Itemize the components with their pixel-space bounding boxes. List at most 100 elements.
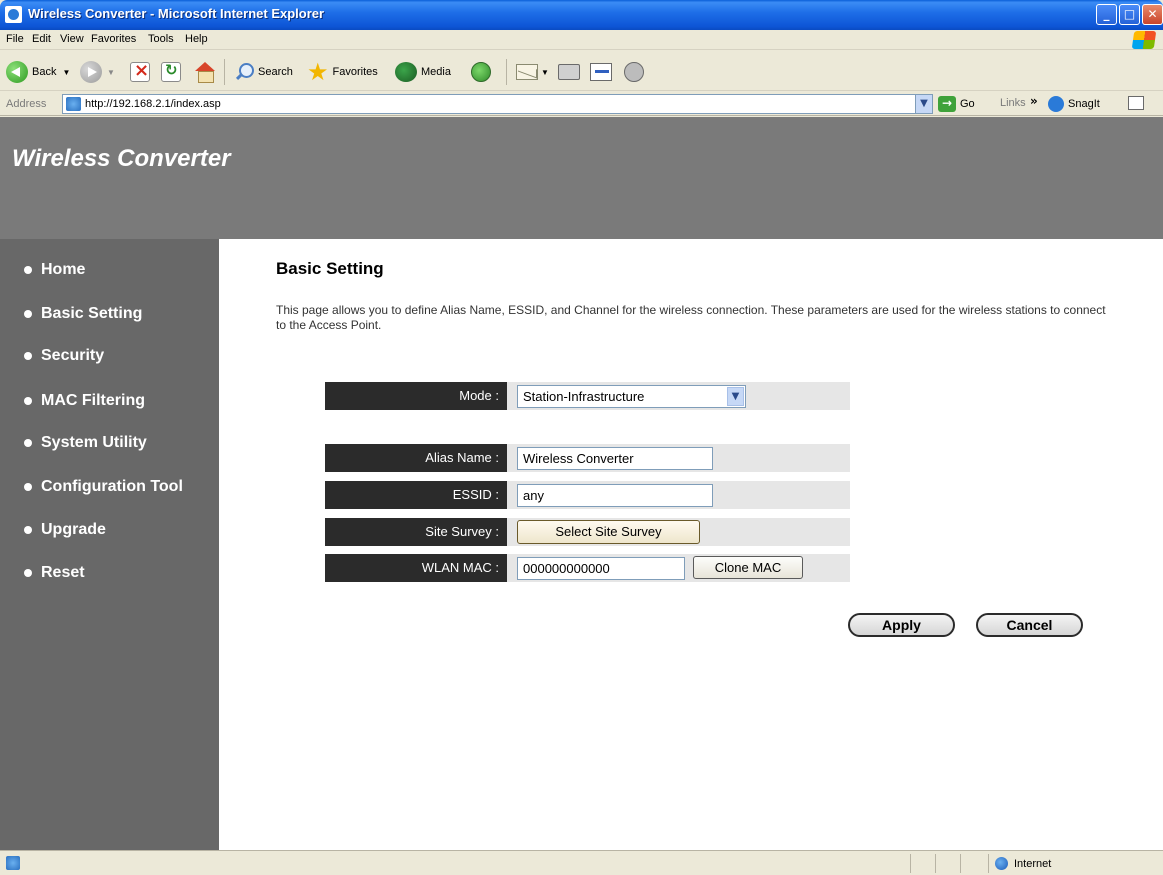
sidebar-item-basic-setting[interactable]: Basic Setting: [24, 305, 142, 323]
essid-label: ESSID :: [325, 481, 507, 509]
refresh-button[interactable]: [161, 60, 181, 84]
refresh-icon: [161, 61, 181, 82]
sidebar-item-security[interactable]: Security: [24, 347, 104, 365]
bullet-icon: [24, 483, 32, 491]
minimize-button[interactable]: _: [1096, 4, 1117, 25]
apply-button[interactable]: Apply: [848, 613, 955, 637]
select-site-survey-button[interactable]: Select Site Survey: [517, 520, 700, 544]
back-button[interactable]: Back ▼: [6, 60, 70, 84]
snagit-icon: [1048, 96, 1064, 112]
alias-label: Alias Name :: [325, 444, 507, 472]
history-icon: [471, 62, 491, 82]
sidebar-item-label: Home: [41, 261, 86, 278]
essid-row: ESSID : any: [325, 481, 850, 509]
title-bar[interactable]: Wireless Converter - Microsoft Internet …: [0, 0, 1163, 30]
address-dropdown-icon[interactable]: ▼: [915, 95, 932, 113]
mail-dropdown-icon[interactable]: ▼: [541, 68, 549, 77]
go-button[interactable]: → Go: [938, 95, 975, 113]
wlan-mac-input[interactable]: 000000000000: [517, 557, 685, 580]
go-label: Go: [960, 98, 975, 110]
toolbar-separator: [224, 59, 225, 85]
mode-value: Station-Infrastructure: [523, 389, 645, 404]
menu-favorites[interactable]: Favorites: [91, 33, 136, 45]
sidebar-item-system-utility[interactable]: System Utility: [24, 434, 147, 452]
edit-button[interactable]: [590, 60, 612, 84]
back-dropdown-icon[interactable]: ▼: [62, 68, 70, 77]
sidebar-nav: Home Basic Setting Security MAC Filterin…: [0, 239, 219, 850]
print-button[interactable]: [558, 60, 580, 84]
address-bar: Address http://192.168.2.1/index.asp ▼ →…: [0, 92, 1163, 116]
favorites-label: Favorites: [332, 66, 378, 78]
mode-select[interactable]: Station-Infrastructure ▼: [517, 385, 746, 408]
bullet-icon: [24, 439, 32, 447]
mode-row: Mode : Station-Infrastructure ▼: [325, 382, 850, 410]
clone-mac-button[interactable]: Clone MAC: [693, 556, 803, 579]
menu-view[interactable]: View: [60, 33, 84, 45]
address-url: http://192.168.2.1/index.asp: [85, 98, 221, 110]
bullet-icon: [24, 266, 32, 274]
essid-input[interactable]: any: [517, 484, 713, 507]
wlan-mac-row: WLAN MAC : 000000000000 Clone MAC: [325, 554, 850, 582]
site-survey-row: Site Survey : Select Site Survey: [325, 518, 850, 546]
sidebar-item-home[interactable]: Home: [24, 261, 85, 279]
home-button[interactable]: [194, 60, 216, 84]
close-button[interactable]: ✕: [1142, 4, 1163, 25]
sidebar-item-label: Configuration Tool: [41, 478, 183, 495]
snagit-capture-icon[interactable]: [1128, 96, 1144, 110]
status-divider: [910, 854, 911, 873]
zone-label: Internet: [1014, 857, 1052, 870]
sidebar-item-label: MAC Filtering: [41, 392, 145, 409]
site-survey-label: Site Survey :: [325, 518, 507, 546]
sidebar-item-label: Upgrade: [41, 521, 106, 538]
sidebar-item-label: System Utility: [41, 434, 147, 451]
stop-button[interactable]: [130, 60, 150, 84]
search-label: Search: [258, 66, 293, 78]
search-button[interactable]: Search: [234, 60, 293, 84]
cancel-button[interactable]: Cancel: [976, 613, 1083, 637]
page-status-icon: [6, 856, 20, 870]
status-divider: [935, 854, 936, 873]
media-button[interactable]: Media: [395, 60, 451, 84]
wlan-mac-value: 000000000000: [523, 561, 610, 576]
links-label[interactable]: Links: [1000, 97, 1026, 109]
edit-icon: [590, 63, 612, 81]
address-input[interactable]: http://192.168.2.1/index.asp ▼: [62, 94, 933, 114]
menu-tools[interactable]: Tools: [148, 33, 174, 45]
maximize-button[interactable]: □: [1119, 4, 1140, 25]
alias-name-input[interactable]: Wireless Converter: [517, 447, 713, 470]
main-content: Basic Setting This page allows you to de…: [219, 239, 1163, 850]
page-icon: [66, 97, 81, 111]
status-divider: [960, 854, 961, 873]
sidebar-item-upgrade[interactable]: Upgrade: [24, 521, 106, 539]
forward-button[interactable]: ▼: [80, 60, 115, 84]
messenger-button[interactable]: [624, 60, 644, 84]
sidebar-item-reset[interactable]: Reset: [24, 564, 85, 582]
chevron-down-icon: ▼: [727, 387, 744, 406]
media-label: Media: [421, 66, 451, 78]
menu-edit[interactable]: Edit: [32, 33, 51, 45]
favorites-button[interactable]: ★ Favorites: [307, 60, 378, 84]
mode-label: Mode :: [325, 382, 507, 410]
ie-page-icon: [5, 6, 22, 23]
bullet-icon: [24, 397, 32, 405]
window-title: Wireless Converter - Microsoft Internet …: [28, 6, 325, 21]
snagit-button[interactable]: SnagIt: [1048, 96, 1100, 112]
sidebar-item-configuration-tool[interactable]: Configuration Tool: [24, 478, 183, 496]
menu-help[interactable]: Help: [185, 33, 208, 45]
essid-value: any: [523, 488, 544, 503]
alias-value: Wireless Converter: [523, 451, 634, 466]
menu-file[interactable]: File: [6, 33, 24, 45]
page-description: This page allows you to define Alias Nam…: [276, 303, 1106, 332]
links-more-icon[interactable]: »: [1030, 94, 1038, 108]
history-button[interactable]: [471, 60, 491, 84]
router-header: Wireless Converter: [0, 117, 1163, 239]
forward-dropdown-icon[interactable]: ▼: [107, 68, 115, 77]
home-icon: [194, 62, 216, 83]
bullet-icon: [24, 526, 32, 534]
toolbar-separator: [506, 59, 507, 85]
menu-bar: File Edit View Favorites Tools Help: [0, 30, 1163, 50]
page-title: Basic Setting: [276, 259, 384, 278]
mail-button[interactable]: ▼: [516, 60, 549, 84]
bullet-icon: [24, 352, 32, 360]
sidebar-item-mac-filtering[interactable]: MAC Filtering: [24, 392, 145, 410]
